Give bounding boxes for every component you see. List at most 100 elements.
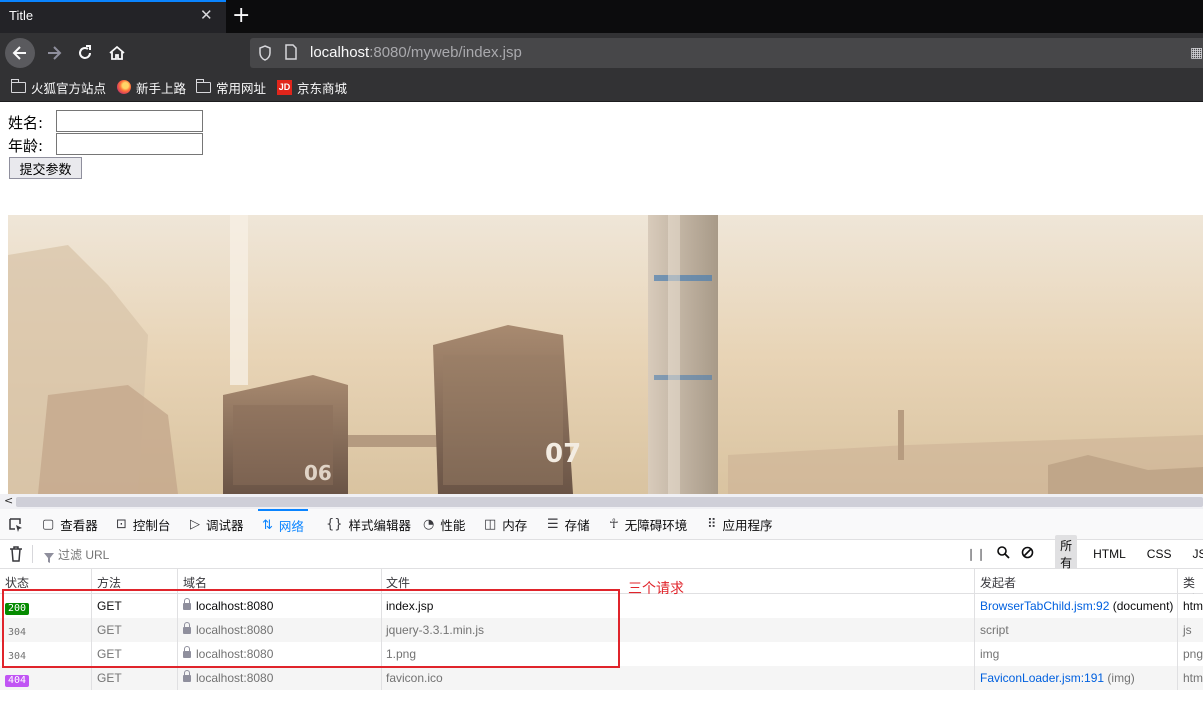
bookmark-getting-started[interactable]: 新手上路 (117, 78, 186, 96)
bookmark-label: 京东商城 (297, 81, 348, 96)
method-cell: GET (97, 671, 122, 685)
tab-accessibility[interactable]: ☥ 无障碍环境 (609, 509, 687, 539)
style-editor-icon: {} (326, 516, 343, 532)
bookmark-label: 火狐官方站点 (31, 81, 107, 96)
element-picker-icon[interactable] (8, 517, 24, 537)
tab-label: 样式编辑器 (348, 518, 412, 533)
name-label: 姓名: (8, 114, 44, 132)
svg-text:06: 06 (304, 461, 332, 485)
browser-tab[interactable] (0, 0, 226, 33)
bookmark-label: 常用网址 (216, 81, 267, 96)
filter-toggles: ❘❘ 所有 HTML CSS JS (966, 535, 1203, 573)
filter-all[interactable]: 所有 (1055, 535, 1078, 573)
tab-performance[interactable]: ◔ 性能 (423, 509, 465, 539)
storage-icon: ☰ (547, 516, 559, 532)
initiator-cell: script (980, 623, 1009, 637)
lock-icon (183, 670, 191, 682)
bookmark-common-sites[interactable]: 常用网址 (196, 78, 266, 96)
url-host: localhost (310, 44, 370, 61)
annotation-label: 三个请求 (628, 581, 684, 597)
bookmark-firefox-official[interactable]: 火狐官方站点 (11, 78, 106, 96)
tab-label: 查看器 (60, 518, 98, 533)
firefox-icon (117, 80, 131, 94)
new-tab-icon[interactable]: + (232, 3, 250, 28)
folder-icon (196, 78, 211, 93)
type-cell: js (1183, 623, 1192, 637)
divider (32, 545, 33, 563)
tab-title: Title (9, 8, 34, 23)
tab-storage[interactable]: ☰ 存储 (547, 509, 590, 539)
initiator-link[interactable]: BrowserTabChild.jsm:92 (980, 599, 1109, 613)
console-icon: ⊡ (116, 516, 127, 532)
bookmark-jd-mall[interactable]: JD 京东商城 (277, 78, 347, 96)
tab-memory[interactable]: ◫ 内存 (484, 509, 527, 539)
type-cell: png (1183, 647, 1203, 661)
performance-icon: ◔ (423, 516, 435, 532)
tab-inspector[interactable]: ▢ 查看器 (42, 509, 98, 539)
page-info-icon[interactable] (284, 44, 298, 64)
type-cell: html (1183, 671, 1203, 685)
tab-network[interactable]: ⇅ 网络 (258, 509, 308, 539)
hero-image: 06 07 06 (8, 215, 1203, 494)
tab-label: 应用程序 (722, 518, 773, 533)
url-text[interactable]: localhost:8080/myweb/index.jsp (310, 44, 522, 61)
tab-style-editor[interactable]: {} 样式编辑器 (326, 509, 411, 539)
application-icon: ⠿ (707, 516, 717, 532)
annotation-box (2, 589, 620, 668)
tab-label: 网络 (278, 519, 304, 534)
tracking-shield-icon[interactable] (258, 45, 272, 65)
status-badge: 404 (5, 675, 30, 687)
inspector-icon: ▢ (42, 516, 55, 532)
search-icon[interactable] (997, 546, 1010, 562)
initiator-link[interactable]: FaviconLoader.jsm:191 (980, 671, 1104, 685)
domain-text: localhost:8080 (196, 671, 274, 685)
trash-icon[interactable] (9, 546, 23, 566)
url-path: :8080/myweb/index.jsp (369, 44, 522, 61)
initiator-cell: FaviconLoader.jsm:191 (img) (980, 671, 1135, 685)
jd-icon: JD (277, 79, 292, 95)
tab-debugger[interactable]: ▷ 调试器 (190, 509, 244, 539)
block-icon[interactable] (1021, 546, 1034, 562)
column-divider (1177, 569, 1178, 690)
file-cell: favicon.ico (386, 671, 443, 685)
initiator-cell: BrowserTabChild.jsm:92 (document) (980, 599, 1173, 613)
tab-console[interactable]: ⊡ 控制台 (116, 509, 170, 539)
tab-label: 无障碍环境 (624, 518, 688, 533)
scrollbar-thumb[interactable] (16, 497, 1203, 507)
tab-application[interactable]: ⠿ 应用程序 (707, 509, 773, 539)
qr-code-icon[interactable]: ▦ (1190, 45, 1203, 61)
column-initiator[interactable]: 发起者 (980, 574, 1016, 591)
tab-label: 内存 (502, 518, 528, 533)
memory-icon: ◫ (484, 516, 497, 532)
type-cell: html (1183, 599, 1203, 613)
filter-css[interactable]: CSS (1142, 545, 1177, 563)
forward-arrow-icon[interactable] (39, 38, 69, 68)
bookmark-label: 新手上路 (136, 81, 187, 96)
filter-icon (44, 548, 54, 567)
filter-html[interactable]: HTML (1088, 545, 1131, 563)
folder-icon (11, 78, 26, 93)
initiator-cell: img (980, 647, 1000, 661)
submit-button[interactable]: 提交参数 (9, 157, 82, 179)
tab-label: 存储 (564, 518, 590, 533)
pause-icon[interactable]: ❘❘ (966, 547, 986, 561)
debugger-icon: ▷ (190, 516, 200, 532)
tab-close-icon[interactable]: ✕ (200, 6, 213, 24)
reload-icon[interactable] (70, 38, 100, 68)
home-icon[interactable] (102, 38, 132, 68)
tab-label: 性能 (440, 518, 466, 533)
domain-cell: localhost:8080 (183, 670, 274, 685)
name-input[interactable] (56, 110, 203, 132)
initiator-suffix: (document) (1109, 599, 1174, 613)
devtools-toolbar (0, 509, 1203, 540)
scroll-left-icon[interactable]: < (4, 494, 13, 507)
filter-url-input[interactable] (56, 544, 460, 566)
tab-label: 控制台 (132, 518, 171, 533)
tab-label: 调试器 (206, 518, 244, 533)
back-arrow-icon[interactable] (5, 38, 35, 68)
age-input[interactable] (56, 133, 203, 155)
filter-js[interactable]: JS (1187, 545, 1203, 563)
accessibility-icon: ☥ (609, 516, 619, 532)
svg-text:07: 07 (545, 439, 581, 469)
table-row[interactable]: 404 GET localhost:8080 favicon.ico Favic… (0, 666, 1203, 690)
